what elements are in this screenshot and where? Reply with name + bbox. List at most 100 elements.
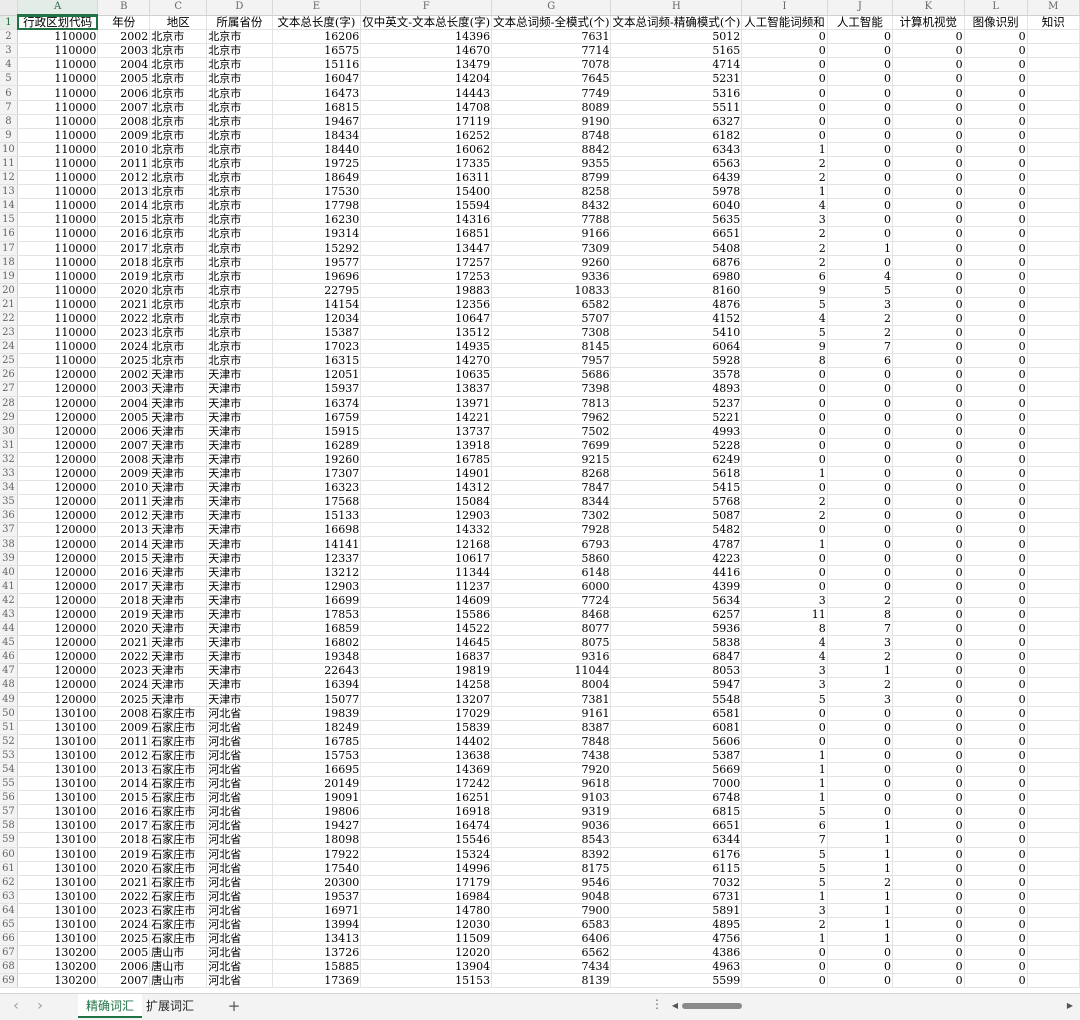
grid-cell[interactable] [1027,396,1080,411]
grid-cell[interactable]: 5231 [610,71,743,87]
grid-cell[interactable]: 17568 [272,494,362,510]
grid-cell[interactable]: 石家庄市 [149,748,208,763]
grid-cell[interactable]: 0 [964,635,1028,651]
grid-cell[interactable]: 11237 [360,579,493,594]
grid-cell[interactable]: 6651 [610,818,743,834]
grid-cell[interactable]: 19806 [272,804,362,820]
grid-cell[interactable]: 120000 [17,649,99,665]
grid-cell[interactable]: 0 [741,945,828,961]
grid-cell[interactable]: 14780 [360,903,493,919]
grid-cell[interactable]: 19696 [272,269,362,284]
grid-cell[interactable]: 5415 [610,480,743,496]
grid-cell[interactable]: 0 [964,283,1028,298]
grid-cell[interactable]: 北京市 [149,142,208,157]
grid-cell[interactable]: 石家庄市 [149,861,208,876]
grid-cell[interactable]: 0 [964,522,1028,538]
grid-cell[interactable]: 110000 [17,241,99,256]
grid-cell[interactable]: 14708 [360,100,493,115]
grid-cell[interactable]: 17029 [360,706,493,721]
grid-cell[interactable]: 0 [964,128,1028,143]
grid-cell[interactable]: 北京市 [149,339,208,355]
grid-cell[interactable]: 北京市 [149,297,208,312]
grid-cell[interactable]: 天津市 [149,565,208,580]
grid-cell[interactable]: 0 [964,381,1028,397]
grid-cell[interactable] [1027,607,1080,623]
grid-cell[interactable]: 3 [741,677,828,693]
grid-cell[interactable]: 15116 [272,57,362,73]
grid-cell[interactable]: 6115 [610,861,743,876]
grid-cell[interactable]: 110000 [17,142,99,157]
grid-cell[interactable] [1027,381,1080,397]
row-header[interactable]: 17 [0,241,18,256]
header-cell[interactable]: 人工智能词频和 [741,15,828,31]
grid-cell[interactable]: 北京市 [149,198,208,214]
grid-cell[interactable]: 5 [741,861,828,876]
grid-cell[interactable]: 15387 [272,325,362,341]
grid-cell[interactable]: 8387 [491,720,612,735]
grid-cell[interactable]: 0 [964,832,1028,848]
grid-cell[interactable]: 4963 [610,959,743,975]
grid-cell[interactable]: 1 [741,184,828,200]
grid-cell[interactable]: 7438 [491,748,612,763]
grid-cell[interactable]: 2014 [97,198,151,214]
grid-cell[interactable]: 8799 [491,170,612,186]
grid-cell[interactable]: 12356 [360,297,493,312]
grid-cell[interactable]: 河北省 [206,917,273,933]
grid-cell[interactable]: 0 [741,720,828,735]
grid-cell[interactable]: 120000 [17,579,99,594]
grid-cell[interactable]: 5707 [491,311,612,327]
grid-cell[interactable]: 7309 [491,241,612,256]
grid-cell[interactable]: 0 [892,649,965,665]
grid-cell[interactable]: 7434 [491,959,612,975]
grid-cell[interactable]: 5634 [610,593,743,608]
grid-cell[interactable]: 15324 [360,847,493,862]
grid-cell[interactable]: 0 [964,452,1028,468]
scroll-left-icon[interactable]: ◀ [670,999,680,1013]
grid-cell[interactable] [1027,593,1080,608]
grid-cell[interactable]: 0 [964,156,1028,172]
grid-cell[interactable]: 北京市 [149,43,208,59]
grid-cell[interactable]: 0 [964,804,1028,820]
grid-cell[interactable]: 0 [964,410,1028,425]
grid-cell[interactable]: 2005 [97,945,151,961]
grid-cell[interactable]: 0 [892,593,965,608]
row-header[interactable]: 21 [0,297,18,312]
grid-cell[interactable]: 0 [892,536,965,552]
grid-cell[interactable]: 3 [741,903,828,919]
spreadsheet-grid[interactable]: ABCDEFGHIJKLM 1 行政区划代码 年份 地区 所属省份 文本总长度(字) 仅中英… [0,0,1080,989]
grid-cell[interactable]: 2010 [97,480,151,496]
grid-cell[interactable]: 16394 [272,677,362,693]
grid-cell[interactable]: 河北省 [206,945,273,961]
grid-cell[interactable] [1027,565,1080,580]
grid-cell[interactable]: 0 [964,677,1028,693]
grid-cell[interactable]: 0 [827,466,893,482]
grid-cell[interactable]: 0 [741,706,828,721]
grid-cell[interactable]: 120000 [17,452,99,468]
grid-cell[interactable]: 2013 [97,762,151,778]
grid-cell[interactable]: 16251 [360,790,493,806]
grid-cell[interactable]: 17257 [360,255,493,270]
grid-cell[interactable]: 2 [827,325,893,341]
grid-cell[interactable]: 13207 [360,692,493,707]
grid-cell[interactable]: 0 [892,170,965,186]
header-cell[interactable]: 年份 [97,15,151,31]
grid-cell[interactable]: 4 [741,649,828,665]
grid-cell[interactable]: 天津市 [206,593,273,608]
grid-cell[interactable]: 0 [964,579,1028,594]
grid-cell[interactable]: 石家庄市 [149,790,208,806]
row-header[interactable]: 22 [0,311,18,327]
grid-cell[interactable]: 0 [964,875,1028,890]
grid-cell[interactable]: 0 [827,381,893,397]
grid-cell[interactable]: 14996 [360,861,493,876]
grid-cell[interactable]: 0 [741,551,828,566]
grid-cell[interactable]: 9355 [491,156,612,172]
grid-cell[interactable]: 130100 [17,776,99,792]
grid-cell[interactable]: 石家庄市 [149,832,208,848]
grid-cell[interactable]: 北京市 [149,156,208,172]
grid-cell[interactable]: 3 [827,692,893,707]
grid-cell[interactable]: 0 [827,85,893,101]
grid-cell[interactable]: 天津市 [206,565,273,580]
grid-cell[interactable]: 6257 [610,607,743,623]
grid-cell[interactable]: 4399 [610,579,743,594]
grid-cell[interactable]: 17307 [272,466,362,482]
